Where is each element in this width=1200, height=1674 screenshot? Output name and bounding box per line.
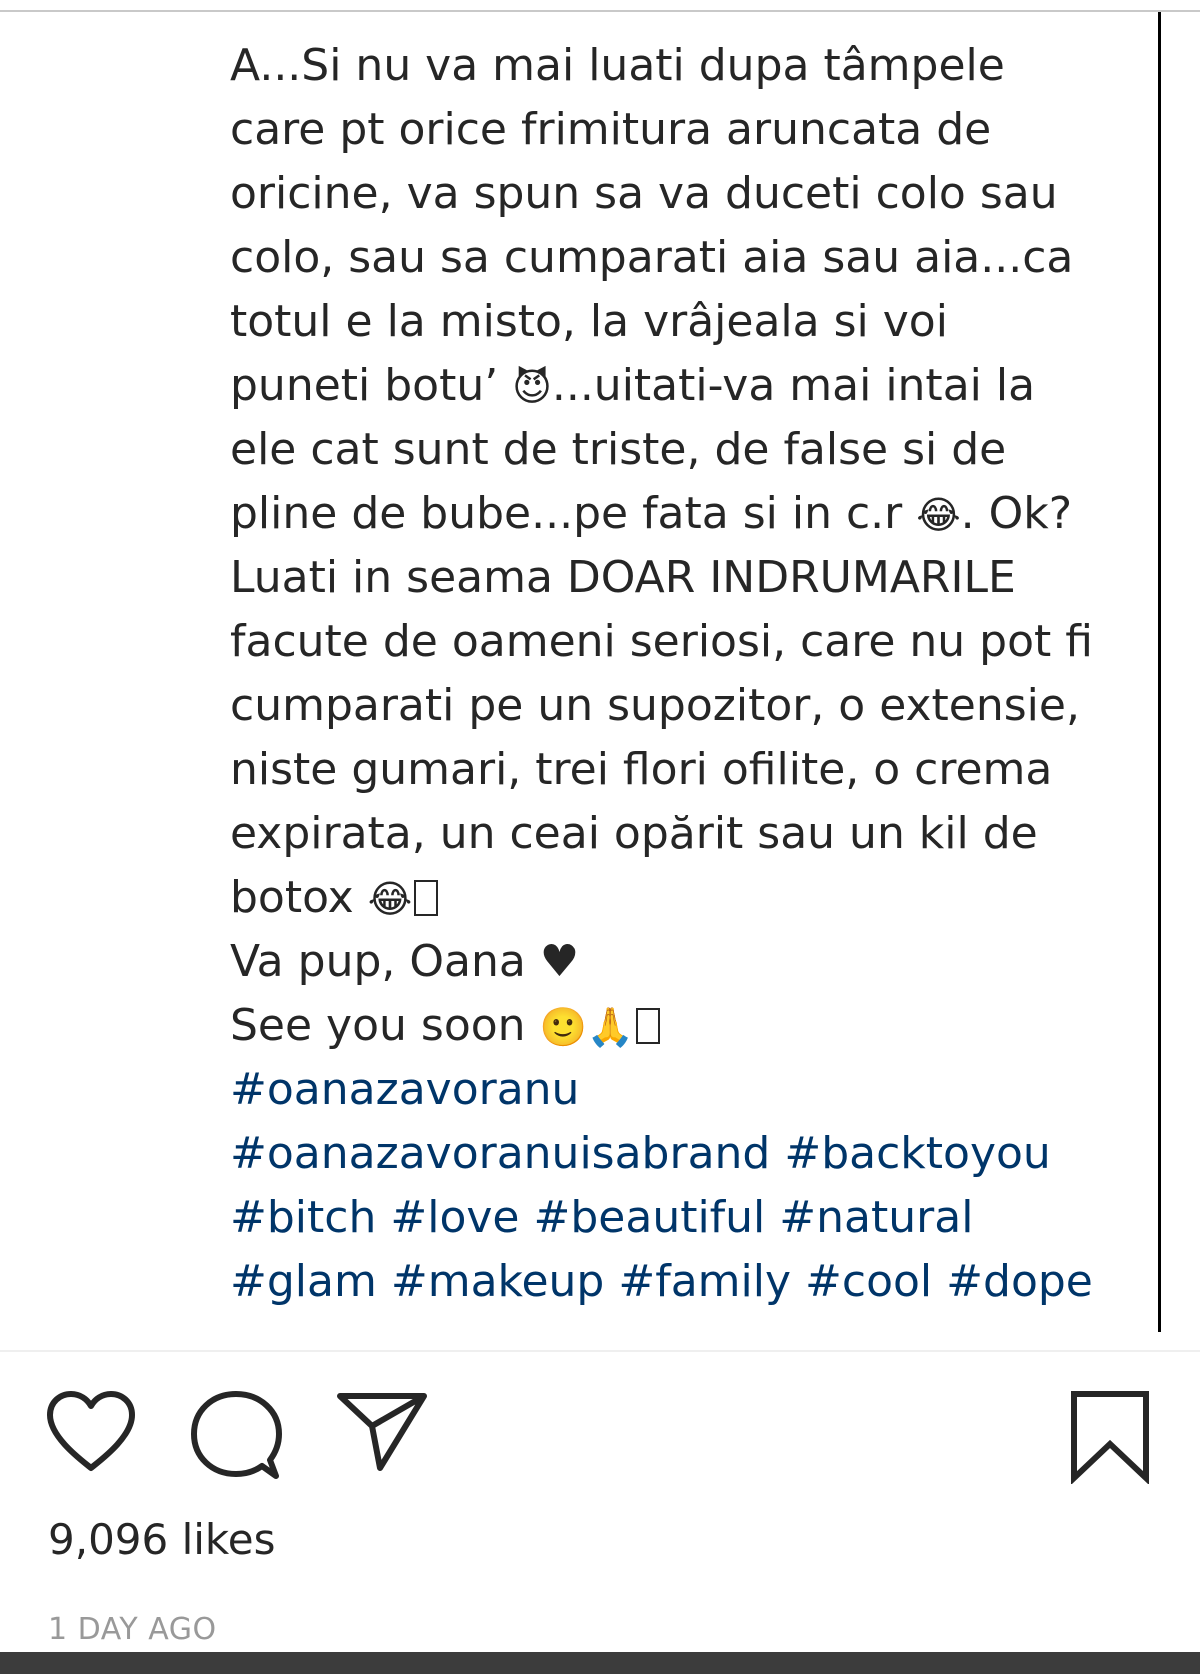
caption-segment: See you soon — [230, 1000, 526, 1051]
caption-line: totul e la misto, la vrâjeala si voi — [230, 296, 948, 347]
hashtag-link[interactable]: #family — [618, 1256, 791, 1307]
comment-bubble-icon — [191, 1391, 282, 1479]
caption-line: niste gumari, trei flori ofilite, o crem… — [230, 744, 1053, 795]
caption-segment: botox — [230, 872, 354, 923]
caption-line: puneti botu’ 😈...uitati-va mai intai la — [230, 354, 1130, 418]
bottom-window-edge — [0, 1652, 1200, 1674]
caption-line: care pt orice frimitura aruncata de — [230, 104, 992, 155]
laughing-emoji-icon: 😂 — [367, 877, 413, 921]
caption-segment: Va pup, Oana — [230, 936, 526, 987]
missing-glyph-icon — [636, 1008, 661, 1044]
hashtag-line: #glam #makeup #family #cool #dope — [230, 1250, 1130, 1314]
praying-hands-emoji-icon: 🙏 — [586, 1005, 635, 1049]
caption-line: pline de bube...pe fata si in c.r 😂. Ok? — [230, 482, 1130, 546]
hashtag-link[interactable]: #beautiful — [533, 1192, 765, 1243]
bookmark-icon — [1071, 1391, 1149, 1485]
missing-glyph-icon — [414, 880, 439, 916]
post-timestamp[interactable]: 1 DAY AGO — [48, 1612, 217, 1647]
caption-line: A...Si nu va mai luati dupa tâmpele — [230, 40, 1005, 91]
caption-line: Luati in seama DOAR INDRUMARILE — [230, 552, 1016, 603]
caption-scroll-area[interactable]: A...Si nu va mai luati dupa tâmpele care… — [0, 12, 1158, 1330]
hashtag-link[interactable]: #makeup — [391, 1256, 605, 1307]
caption-line: cumparati pe un supozitor, o extensie, — [230, 680, 1080, 731]
black-heart-icon: ♥ — [539, 936, 580, 987]
caption-line: expirata, un ceai opărit sau un kil de — [230, 808, 1038, 859]
caption-segment: puneti botu’ — [230, 360, 499, 411]
hashtag-link[interactable]: #natural — [779, 1192, 973, 1243]
hashtag-link[interactable]: #love — [390, 1192, 519, 1243]
post-actions-bar — [0, 1390, 1200, 1490]
hashtag-link[interactable]: #cool — [805, 1256, 932, 1307]
caption-line: botox 😂 — [230, 866, 1130, 930]
hashtag-link[interactable]: #oanazavoranuisabrand — [230, 1128, 770, 1179]
hashtag-line: #oanazavoranuisabrand #backtoyou — [230, 1122, 1130, 1186]
section-divider — [0, 1350, 1200, 1352]
caption-line: facute de oameni seriosi, care nu pot fi — [230, 616, 1093, 667]
caption-segment: . Ok? — [960, 488, 1073, 539]
heart-outline-icon — [47, 1391, 135, 1471]
post-caption: A...Si nu va mai luati dupa tâmpele care… — [230, 34, 1130, 1314]
smile-emoji-icon: 🙂 — [539, 1005, 587, 1049]
hashtag-link[interactable]: #backtoyou — [784, 1128, 1050, 1179]
hashtag-line: #bitch #love #beautiful #natural — [230, 1186, 1130, 1250]
caption-line: colo, sau sa cumparati aia sau aia...ca — [230, 232, 1074, 283]
comment-button[interactable] — [190, 1390, 282, 1486]
like-button[interactable] — [44, 1390, 138, 1478]
caption-segment: pline de bube...pe fata si in c.r — [230, 488, 903, 539]
hashtag-link[interactable]: #oanazavoranu — [230, 1064, 579, 1115]
caption-line: ele cat sunt de triste, de false si de — [230, 424, 1007, 475]
caption-segment: ...uitati-va mai intai la — [551, 360, 1036, 411]
caption-line: See you soon 🙂🙏 — [230, 994, 1130, 1058]
caption-line: oricine, va spun sa va duceti colo sau — [230, 168, 1058, 219]
hashtag-link[interactable]: #dope — [946, 1256, 1093, 1307]
likes-count[interactable]: 9,096 likes — [48, 1515, 275, 1564]
save-button[interactable] — [1068, 1390, 1152, 1488]
share-button[interactable] — [336, 1390, 428, 1476]
laughing-emoji-icon: 😂 — [916, 493, 961, 537]
scrollbar-edge[interactable] — [1158, 12, 1161, 1332]
hashtag-link[interactable]: #glam — [230, 1256, 377, 1307]
devil-emoji-icon: 😈 — [512, 365, 552, 409]
caption-line: Va pup, Oana ♥ — [230, 930, 1130, 994]
paper-plane-icon — [337, 1393, 427, 1471]
hashtag-line: #oanazavoranu — [230, 1058, 1130, 1122]
clipped-top-edge — [0, 0, 1200, 12]
hashtag-link[interactable]: #bitch — [230, 1192, 376, 1243]
